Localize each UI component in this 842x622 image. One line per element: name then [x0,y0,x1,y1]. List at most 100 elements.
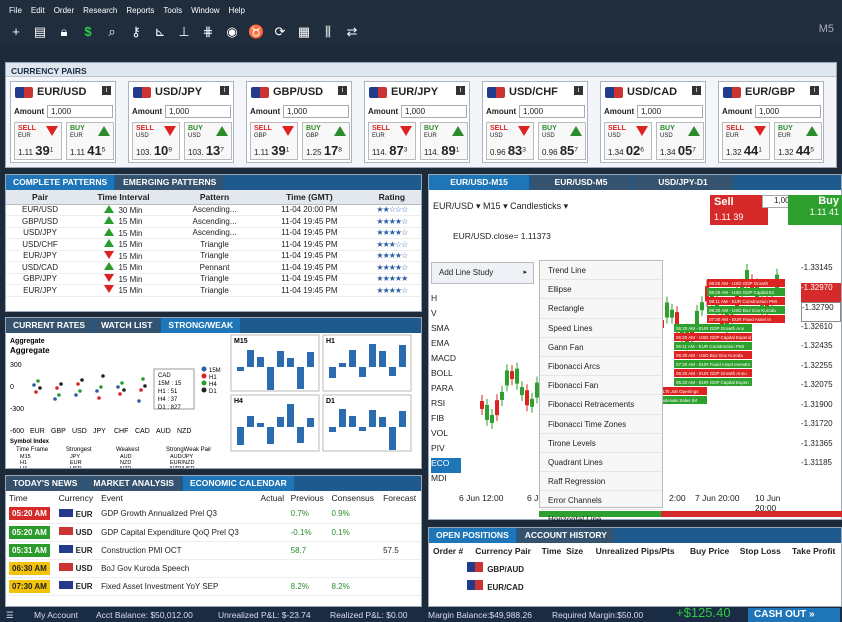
col-header[interactable]: Stop Loss [734,543,786,559]
mini-chart[interactable] [322,394,412,452]
submenu-item[interactable]: Ellipse [540,280,662,300]
indicator-fib[interactable]: FIB [431,413,461,428]
chart-line-icon[interactable]: ⊾ [152,24,168,40]
tab-economic-calendar[interactable]: ECONOMIC CALENDAR [182,476,294,491]
menu-help[interactable]: Help [229,6,245,15]
submenu-item[interactable]: Trend Line [540,261,662,281]
buy-button[interactable]: BUY USD 0.96 857 [538,122,586,160]
table-row[interactable]: EUR/USD 30 Min Ascending... 11-04 20:00 PM ★… [6,204,421,216]
col-header[interactable]: Pair [6,190,75,205]
chart-bar-icon[interactable]: ⊥ [176,24,192,40]
table-row[interactable]: 05:20 AM EUR GDP Growth Annualized Prel Q3… [6,505,421,524]
menu-reports[interactable]: Reports [126,6,154,15]
tab-watch-list[interactable]: WATCH LIST [94,318,160,333]
calculator-icon[interactable]: ▦ [296,24,312,40]
tab-chart-1[interactable]: EUR/USD-M15 [429,175,529,190]
submenu-item[interactable]: Quadrant Lines [540,453,662,473]
col-header[interactable]: Pattern [172,190,257,205]
indicator-rsi[interactable]: RSI [431,398,461,413]
indicator-macd[interactable]: MACD [431,353,461,368]
table-row[interactable]: EUR/CAD [429,577,841,595]
table-row[interactable]: USD/CAD 15 Min Pennant 11-04 19:45 PM ★★★★☆ [6,261,421,274]
table-row[interactable]: GBP/AUD [429,559,841,577]
amount-input[interactable]: 1,000 [637,105,703,118]
info-icon[interactable]: i [338,86,347,95]
submenu-item[interactable]: Fibonacci Arcs [540,357,662,377]
col-header[interactable]: Actual [257,491,288,505]
amount-input[interactable]: 1,000 [165,105,231,118]
sell-button[interactable]: SELL GBP 1.11 391 [250,122,298,160]
tab-chart-3[interactable]: USD/JPY-D1 [633,175,733,190]
menu-file[interactable]: File [9,6,22,15]
search-icon[interactable]: ⌕ [104,24,120,40]
lock-icon[interactable]: 🔒︎ [56,24,72,40]
table-row[interactable]: EUR/JPY 15 Min Triangle 11-04 19:45 PM ★★★★☆ [6,250,421,262]
amount-input[interactable]: 1,000 [47,105,113,118]
table-row[interactable]: 07:30 AM EUR Fixed Asset Investment YoY SE… [6,577,421,596]
table-row[interactable]: EUR/JPY 15 Min Triangle 11-04 19:45 PM ★★★★☆ [6,284,421,297]
amount-input[interactable]: 1,000 [401,105,467,118]
submenu-item[interactable]: Fibonacci Retracements [540,395,662,415]
grid-icon[interactable]: ⋕ [200,24,216,40]
indicator-h[interactable]: H [431,293,461,308]
menu-order[interactable]: Order [54,6,74,15]
col-header[interactable]: Unrealized Pips/Pts [585,543,685,559]
col-header[interactable]: Buy Price [685,543,735,559]
col-header[interactable]: Size [564,543,585,559]
tab-market-analysis[interactable]: MARKET ANALYSIS [86,476,181,491]
add-icon[interactable]: + [8,24,24,40]
col-header[interactable]: Order # [429,543,467,559]
submenu-item[interactable]: Error Channels [540,491,662,511]
tab-strong-weak[interactable]: STRONG/WEAK [161,318,241,333]
buy-button[interactable]: BUY USD 103. 137 [184,122,232,160]
save-icon[interactable]: ▤ [32,24,48,40]
submenu-item[interactable]: Speed Lines [540,319,662,338]
col-header[interactable]: Time [6,491,56,505]
amount-input[interactable]: 1,000 [283,105,349,118]
tab-current-rates[interactable]: CURRENT RATES [6,318,93,333]
tab-account-history[interactable]: ACCOUNT HISTORY [517,528,614,543]
indicator-v[interactable]: V [431,308,461,323]
submenu-item[interactable]: Raff Regression [540,472,662,492]
menu-edit[interactable]: Edit [31,6,45,15]
key-icon[interactable]: ⚷ [128,24,144,40]
table-row[interactable]: USD/JPY 15 Min Ascending... 11-04 19:45 PM ★… [6,227,421,239]
buy-button[interactable]: BUY EUR 114. 891 [420,122,468,160]
submenu-item[interactable]: Tirone Levels [540,434,662,453]
info-icon[interactable]: i [810,86,819,95]
sell-button[interactable]: SELL USD 1.34 026 [604,122,652,160]
info-icon[interactable]: i [102,86,111,95]
tab-open-positions[interactable]: OPEN POSITIONS [429,528,516,543]
col-header[interactable]: Take Profit [786,543,841,559]
buy-button[interactable]: Buy 1.11 41 [788,195,842,225]
indicator-piv[interactable]: PIV [431,443,461,458]
bulls-icon[interactable]: ♉ [248,24,264,40]
col-header[interactable]: Time Interval [74,190,173,205]
buy-button[interactable]: BUY GBP 1.25 178 [302,122,350,160]
buy-button[interactable]: BUY EUR 1.32 445 [774,122,822,160]
sell-button[interactable]: SELL EUR 1.32 441 [722,122,770,160]
analytics-icon[interactable]: ⫼ [320,24,336,40]
col-header[interactable]: Currency Pair [467,543,539,559]
submenu-item[interactable]: Gann Fan [540,338,662,357]
submenu-item[interactable]: Fibonacci Fan [540,376,662,396]
col-header[interactable]: Event [98,491,258,505]
indicator-eco[interactable]: ECO [431,458,461,473]
menu-icon[interactable]: ☰ [6,610,14,621]
info-icon[interactable]: i [574,86,583,95]
mini-chart[interactable] [322,334,412,392]
table-row[interactable]: 06:30 AM USD BoJ Gov Kuroda Speech [6,559,421,578]
menu-research[interactable]: Research [83,6,117,15]
sell-button[interactable]: SELL USD 0.96 833 [486,122,534,160]
buy-button[interactable]: BUY USD 1.34 057 [656,122,704,160]
cash-out-button[interactable]: CASH OUT » [748,608,840,622]
info-icon[interactable]: i [456,86,465,95]
menu-tools[interactable]: Tools [163,6,182,15]
globe-icon[interactable]: ◉ [224,24,240,40]
col-header[interactable]: Time [539,543,564,559]
col-header[interactable]: Time (GMT) [256,190,363,205]
table-row[interactable]: GBP/JPY 15 Min Triangle 11-04 19:45 PM ★★★★★ [6,273,421,285]
chart-symbol[interactable]: EUR/USD ▾ M15 ▾ Candlesticks ▾ [433,201,568,212]
indicator-vol[interactable]: VOL [431,428,461,443]
buy-button[interactable]: BUY EUR 1.11 415 [66,122,114,160]
